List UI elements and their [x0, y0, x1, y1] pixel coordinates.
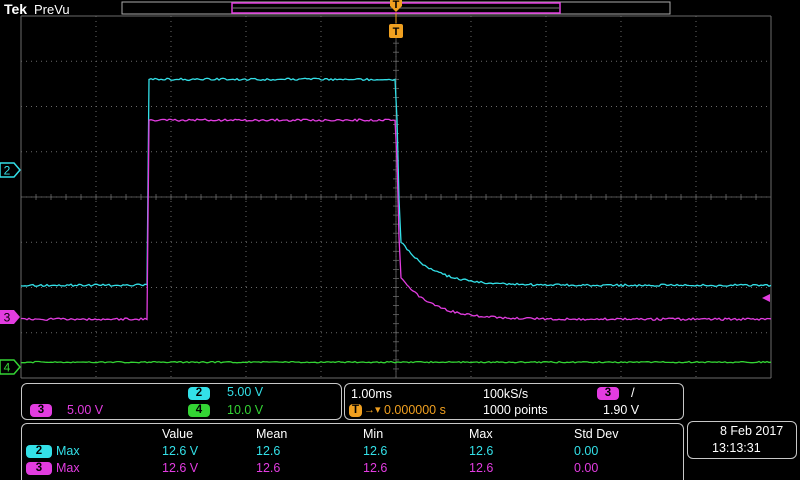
graticule	[21, 16, 771, 378]
date-display: 8 Feb 2017	[720, 424, 783, 438]
measurements-panel[interactable]: Value Mean Min Max Std Dev 2 Max 12.6 V …	[21, 423, 684, 480]
ch2-scale: 5.00 V	[227, 385, 263, 399]
brand-logo: Tek	[4, 2, 27, 16]
svg-text:3: 3	[4, 311, 11, 325]
meas-row-max: 12.6	[469, 444, 493, 458]
ch2-chip[interactable]: 2	[188, 387, 210, 400]
trigger-position-icon: T	[349, 404, 362, 417]
meas-header-value: Value	[162, 427, 193, 441]
meas-header-min: Min	[363, 427, 383, 441]
ch4-scale: 10.0 V	[227, 403, 263, 417]
ch3-scale: 5.00 V	[67, 403, 103, 417]
time-display: 13:13:31	[712, 441, 761, 455]
acquisition-mode: PreVu	[34, 3, 70, 17]
meas-row-std-dev: 0.00	[574, 444, 598, 458]
timebase-trigger-panel[interactable]: 1.00ms 100kS/s 3 / T →▾ 0.000000 s 1000 …	[344, 383, 684, 420]
meas-row-max: 12.6	[469, 461, 493, 475]
ch3-ground-marker[interactable]: 3	[0, 310, 20, 325]
svg-text:4: 4	[4, 361, 11, 375]
svg-text:2: 2	[4, 164, 11, 178]
datetime-panel: 8 Feb 2017 13:13:31	[687, 421, 797, 459]
meas-row-value: 12.6 V	[162, 444, 198, 458]
trigger-slope-icon: /	[631, 386, 635, 400]
meas-row-name: Max	[56, 444, 80, 458]
meas-row-mean: 12.6	[256, 444, 280, 458]
meas-row-mean: 12.6	[256, 461, 280, 475]
trigger-position-marker[interactable]: T T	[389, 0, 403, 38]
meas-header-max: Max	[469, 427, 493, 441]
trigger-level: 1.90 V	[603, 403, 639, 417]
meas-header-mean: Mean	[256, 427, 287, 441]
meas-row-name: Max	[56, 461, 80, 475]
ch2-ground-marker[interactable]: 2	[0, 163, 20, 178]
meas-ch3-chip: 3	[26, 462, 52, 475]
svg-text:T: T	[393, 26, 400, 38]
meas-row-std-dev: 0.00	[574, 461, 598, 475]
meas-row-value: 12.6 V	[162, 461, 198, 475]
ch3-chip[interactable]: 3	[30, 404, 52, 417]
meas-header-std-dev: Std Dev	[574, 427, 618, 441]
svg-text:T: T	[393, 0, 400, 11]
channel-settings-panel[interactable]: 2 5.00 V 3 5.00 V 4 10.0 V	[21, 383, 342, 420]
sample-rate: 100kS/s	[483, 387, 528, 401]
trigger-level-marker[interactable]	[762, 294, 770, 302]
meas-row-min: 12.6	[363, 444, 387, 458]
ch4-chip[interactable]: 4	[188, 404, 210, 417]
horizontal-scale: 1.00ms	[351, 387, 392, 401]
meas-row-min: 12.6	[363, 461, 387, 475]
ch4-ground-marker[interactable]: 4	[0, 360, 20, 375]
trigger-arrow-icon: →▾	[364, 403, 381, 417]
trigger-source-chip[interactable]: 3	[597, 387, 619, 400]
trigger-position: 0.000000 s	[384, 403, 446, 417]
record-length: 1000 points	[483, 403, 548, 417]
meas-ch2-chip: 2	[26, 445, 52, 458]
